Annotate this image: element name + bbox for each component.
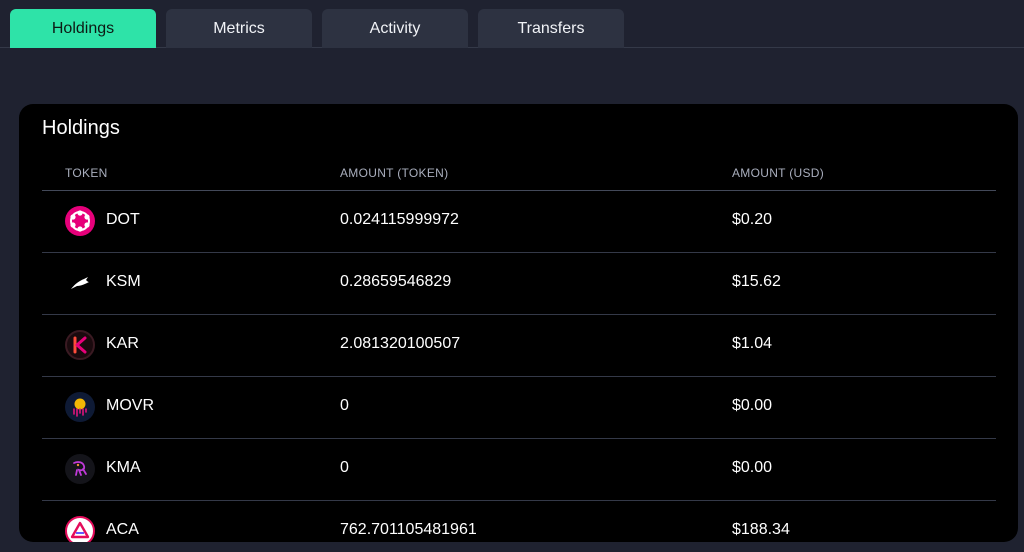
token-amount: 762.701105481961 <box>340 521 477 538</box>
column-token: TOKEN <box>65 166 108 180</box>
table-row: ACA 762.701105481961 $188.34 <box>42 501 996 542</box>
token-amount: 0 <box>340 459 349 476</box>
polkadot-icon <box>65 206 95 236</box>
calamari-icon <box>65 454 95 484</box>
usd-amount: $1.04 <box>732 335 773 352</box>
tab-activity[interactable]: Activity <box>322 9 468 48</box>
token-amount: 0.024115999972 <box>340 211 459 228</box>
token-symbol: KAR <box>106 335 139 352</box>
token-symbol: MOVR <box>106 397 154 414</box>
token-amount: 0.28659546829 <box>340 273 452 290</box>
tab-holdings[interactable]: Holdings <box>10 9 156 48</box>
table-row: DOT 0.024115999972 $0.20 <box>42 191 996 253</box>
table-row: KAR 2.081320100507 $1.04 <box>42 315 996 377</box>
column-amount-usd: AMOUNT (USD) <box>732 166 825 180</box>
tab-transfers[interactable]: Transfers <box>478 9 624 48</box>
usd-amount: $0.20 <box>732 211 773 228</box>
token-amount: 0 <box>340 397 349 414</box>
token-symbol: DOT <box>106 211 140 228</box>
usd-amount: $0.00 <box>732 397 773 414</box>
token-symbol: KSM <box>106 273 141 290</box>
token-amount: 2.081320100507 <box>340 335 461 352</box>
tab-metrics[interactable]: Metrics <box>166 9 312 48</box>
table-row: MOVR 0 $0.00 <box>42 377 996 439</box>
holdings-card: Holdings TOKEN AMOUNT (TOKEN) AMOUNT (US… <box>19 104 1018 542</box>
token-symbol: KMA <box>106 459 141 476</box>
usd-amount: $15.62 <box>732 273 781 290</box>
table-row: KMA 0 $0.00 <box>42 439 996 501</box>
usd-amount: $0.00 <box>732 459 773 476</box>
usd-amount: $188.34 <box>732 521 790 538</box>
token-symbol: ACA <box>106 521 139 538</box>
acala-icon <box>65 516 95 542</box>
moonriver-icon <box>65 392 95 422</box>
holdings-title: Holdings <box>42 117 120 139</box>
kusama-icon <box>65 268 95 298</box>
karura-icon <box>65 330 95 360</box>
tab-bar: Holdings Metrics Activity Transfers <box>0 0 1024 48</box>
table-row: KSM 0.28659546829 $15.62 <box>42 253 996 315</box>
column-amount-token: AMOUNT (TOKEN) <box>340 166 449 180</box>
holdings-table-header: TOKEN AMOUNT (TOKEN) AMOUNT (USD) <box>42 166 996 191</box>
